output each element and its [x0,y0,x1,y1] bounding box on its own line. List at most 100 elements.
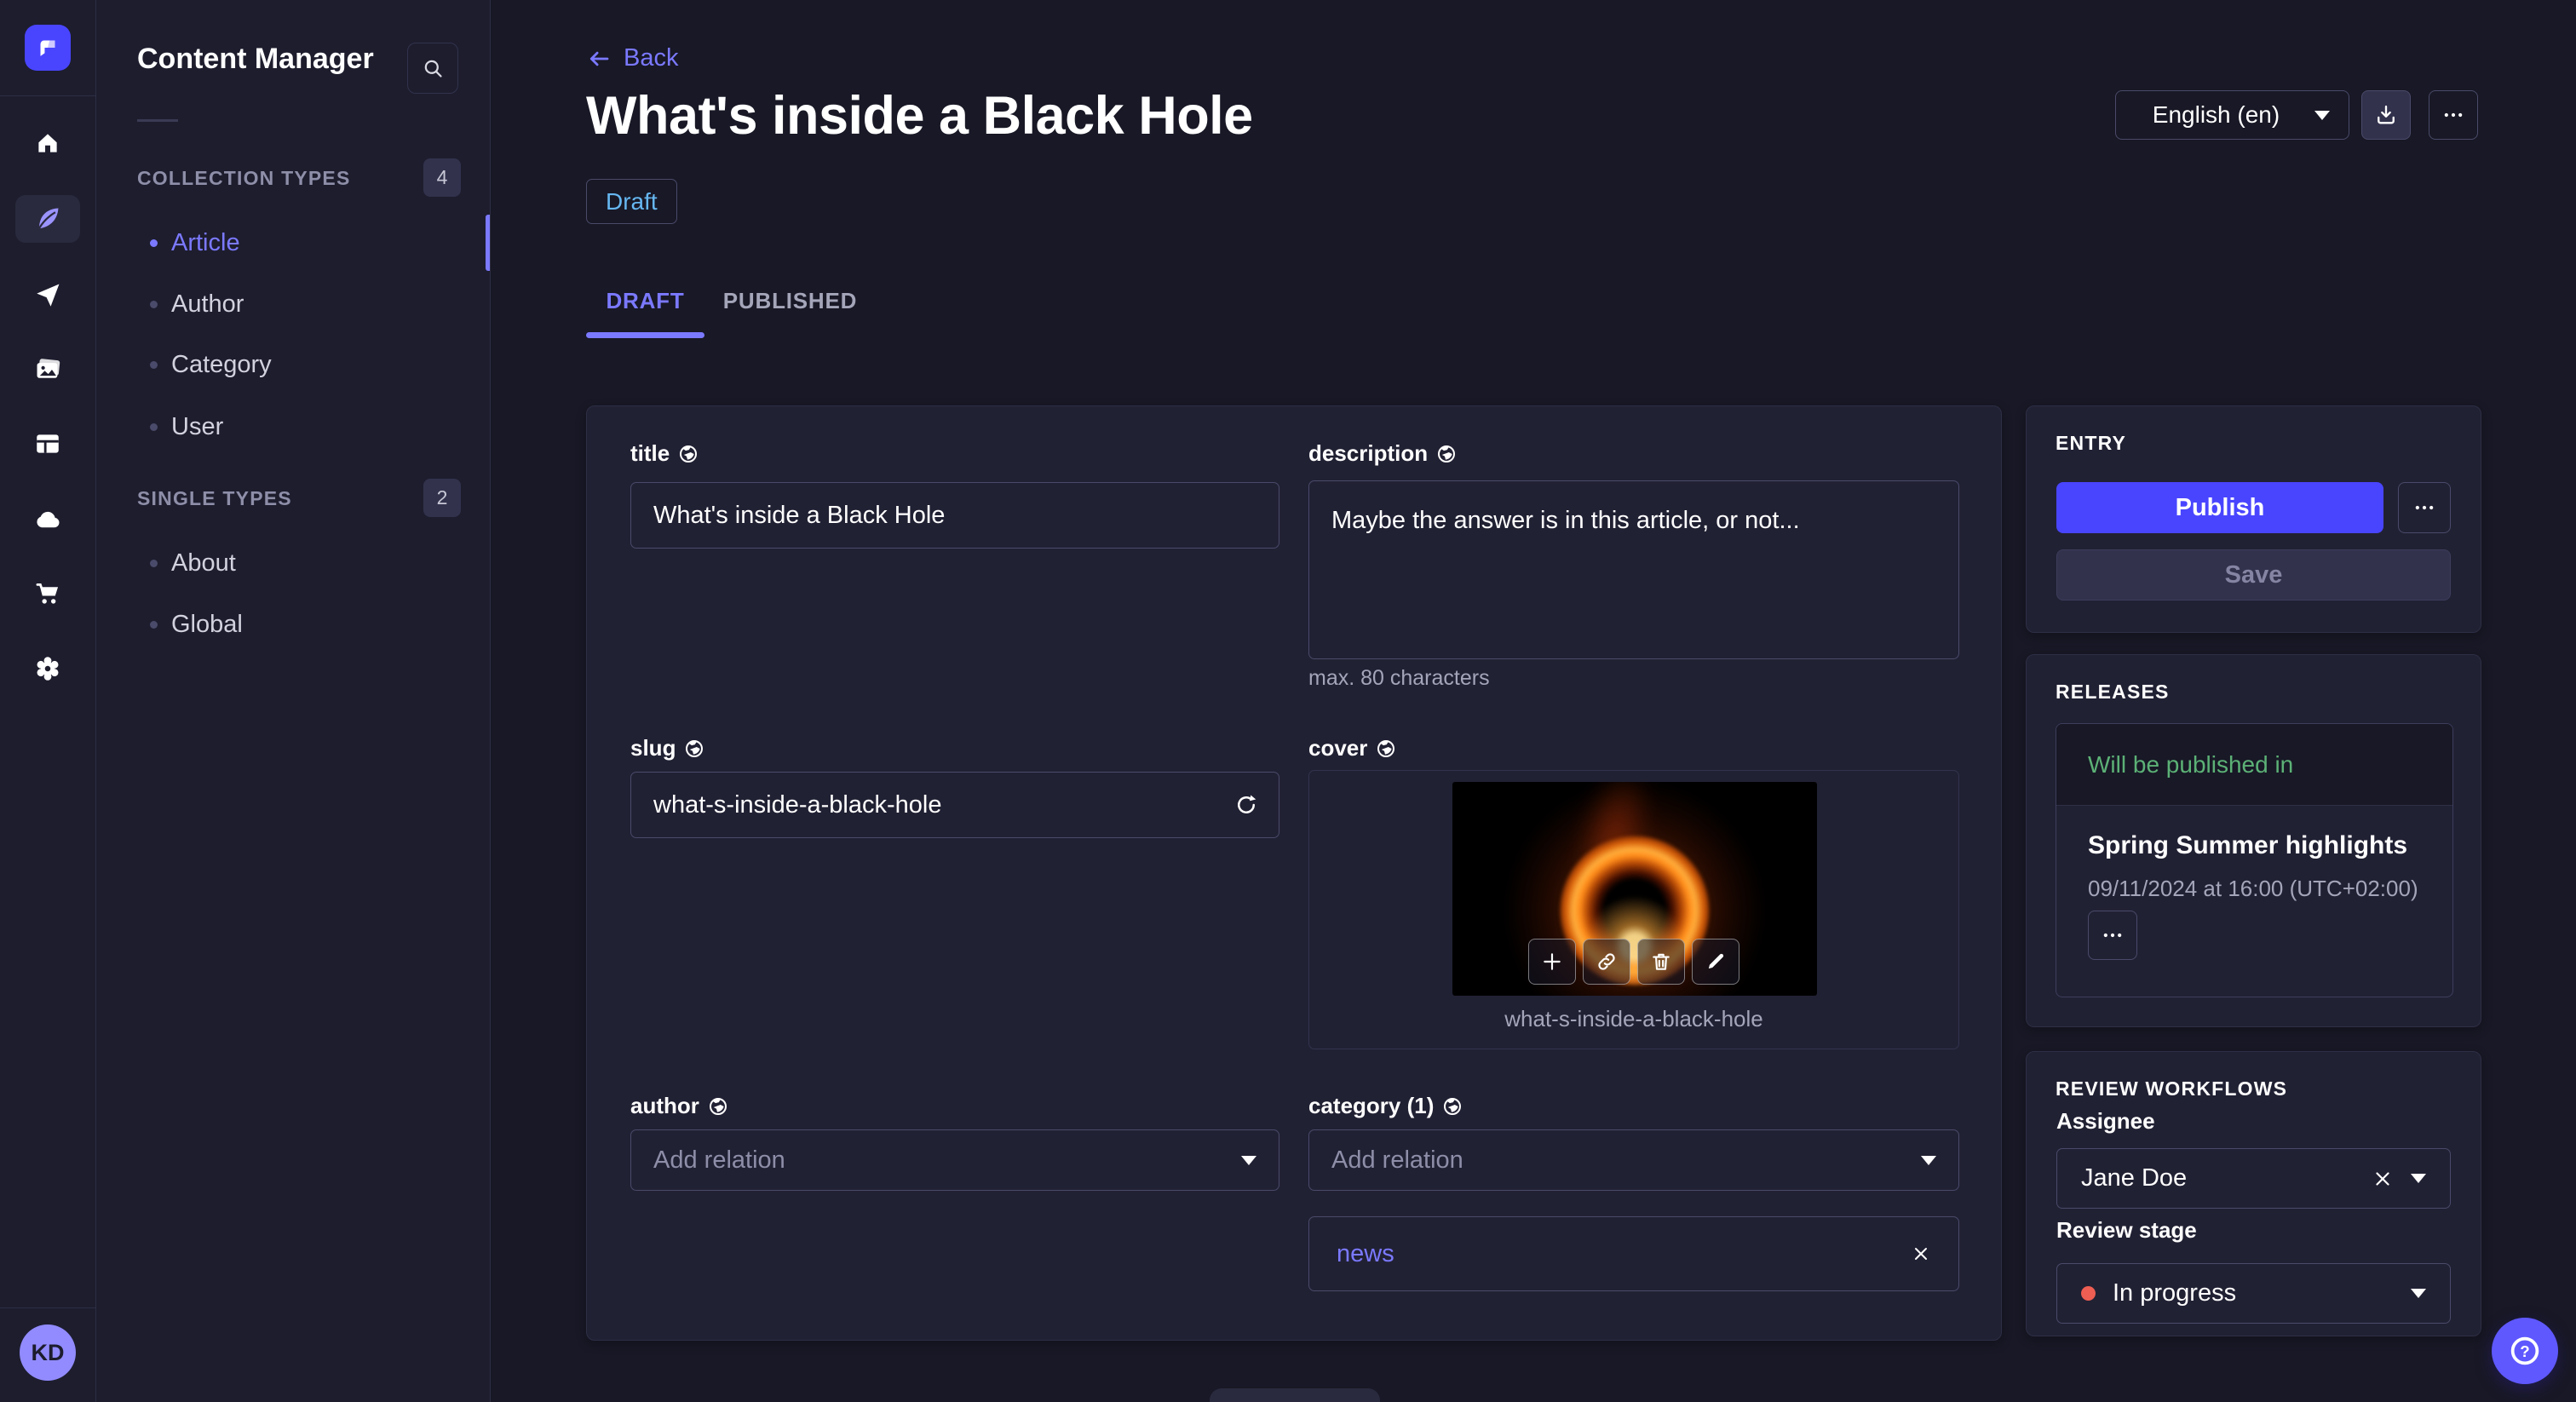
author-field-label: author [630,1093,728,1119]
nav-releases-button[interactable] [15,272,80,319]
help-icon: ? [2510,1336,2539,1365]
caret-down-icon [1921,1155,1936,1165]
review-stage-select[interactable]: In progress [2056,1263,2451,1324]
help-button[interactable]: ? [2492,1318,2558,1384]
home-icon [38,134,57,152]
nav-marketplace-button[interactable] [15,570,80,618]
nav-media-library-button[interactable] [15,346,80,394]
publish-button[interactable]: Publish [2056,482,2383,533]
user-avatar[interactable]: KD [20,1324,76,1381]
back-label: Back [624,44,679,72]
cloud-icon [37,511,60,528]
app-root: KD Content Manager COLLECTION TYPES 4 Ar… [0,0,2576,1402]
cover-edit-button[interactable] [1692,939,1739,985]
description-textarea[interactable]: Maybe the answer is in this article, or … [1308,480,1959,659]
category-relation-item: news [1308,1216,1959,1291]
more-icon [2103,933,2122,938]
sidebar-item-category[interactable]: Category [96,334,490,395]
globe-icon [1438,445,1456,463]
field-label-text: category (1) [1308,1093,1435,1118]
category-placeholder: Add relation [1331,1146,1463,1174]
trash-icon [1653,953,1670,970]
cover-delete-button[interactable] [1637,939,1685,985]
slug-field-label: slug [630,735,704,761]
cover-copy-link-button[interactable] [1583,939,1630,985]
caret-down-icon [2314,110,2330,120]
nav-settings-button[interactable] [15,645,80,692]
active-item-indicator [486,215,490,271]
caret-down-icon [2411,1289,2426,1298]
description-field-label: description [1308,440,1457,467]
title-field-label: title [630,440,699,467]
title-input[interactable] [630,482,1279,549]
back-link[interactable]: Back [586,44,678,72]
more-icon [2415,505,2434,510]
release-status-banner: Will be published in [2056,724,2452,806]
nav-home-button[interactable] [15,119,80,167]
sidebar-item-user[interactable]: User [96,396,490,457]
entry-more-button[interactable] [2398,482,2451,533]
bullet-icon [150,360,158,369]
cover-field-label: cover [1308,735,1396,761]
tab-published[interactable]: PUBLISHED [720,269,860,332]
scroll-peek-element [1210,1388,1380,1402]
download-button[interactable] [2361,90,2411,140]
review-workflows-panel: REVIEW WORKFLOWS Assignee Jane Doe Revie… [2026,1051,2481,1336]
entry-panel-heading: ENTRY [2056,432,2127,454]
release-date: 09/11/2024 at 16:00 (UTC+02:00) [2088,876,2418,901]
caret-down-icon [2411,1174,2426,1183]
strapi-logo[interactable] [25,25,71,71]
release-more-button[interactable] [2088,911,2137,960]
sidebar-title: Content Manager [137,43,374,75]
locale-selected-value: English (en) [2152,101,2280,128]
active-tab-underline [586,332,704,338]
bullet-icon [150,238,158,247]
globe-icon [680,445,698,463]
globe-icon [709,1097,727,1115]
logo-section [0,0,95,96]
sidebar-item-global[interactable]: Global [96,594,490,655]
globe-icon [1444,1097,1462,1115]
back-arrow-icon [589,51,609,66]
sidebar-item-about[interactable]: About [96,532,490,594]
search-button[interactable] [407,43,458,94]
review-panel-heading: REVIEW WORKFLOWS [2056,1077,2288,1100]
sidebar-divider [137,119,178,122]
cover-filename: what-s-inside-a-black-hole [1504,1006,1763,1031]
save-button[interactable]: Save [2056,549,2451,600]
field-label-text: description [1308,440,1429,466]
single-types-count-badge: 2 [423,479,461,517]
nav-content-type-builder-button[interactable] [15,420,80,468]
category-relation-select[interactable]: Add relation [1308,1129,1959,1191]
sidebar-item-label: Category [171,350,272,378]
globe-icon [686,739,704,757]
cover-field: what-s-inside-a-black-hole [1308,770,1959,1049]
slug-input[interactable] [630,772,1279,838]
author-relation-select[interactable]: Add relation [630,1129,1279,1191]
cover-add-button[interactable] [1528,939,1576,985]
review-stage-label: Review stage [2056,1217,2197,1243]
relation-link-news[interactable]: news [1337,1240,1911,1268]
assignee-select[interactable]: Jane Doe [2056,1148,2451,1209]
strapi-mark-icon [40,40,55,56]
nav-deploy-button[interactable] [15,496,80,543]
send-icon [37,284,60,307]
releases-panel: RELEASES Will be published in Spring Sum… [2026,654,2481,1027]
assignee-value: Jane Doe [2081,1164,2188,1192]
sidebar-item-article[interactable]: Article [96,212,490,273]
refresh-icon[interactable] [1233,792,1259,818]
tab-draft[interactable]: DRAFT [586,269,704,332]
clear-icon[interactable] [2372,1168,2394,1190]
author-placeholder: Add relation [653,1146,785,1174]
rail-divider [0,1307,95,1308]
link-icon [1598,953,1615,970]
nav-content-manager-button[interactable] [15,195,80,243]
sidebar-item-label: About [171,549,236,577]
close-icon[interactable] [1911,1244,1931,1264]
status-badge: Draft [586,179,677,224]
globe-icon [1377,739,1395,757]
header-more-button[interactable] [2429,90,2478,140]
sidebar-item-author[interactable]: Author [96,273,490,335]
caret-down-icon [1241,1155,1256,1165]
locale-select[interactable]: English (en) [2115,90,2349,140]
